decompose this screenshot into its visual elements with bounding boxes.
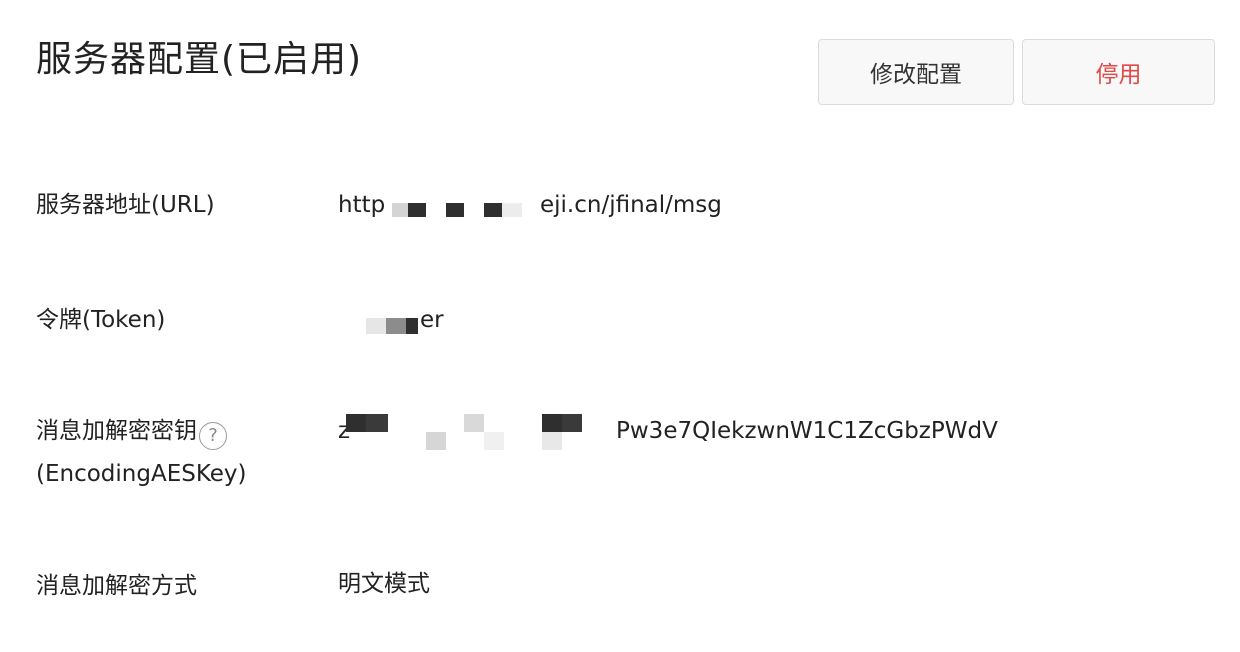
disable-button[interactable]: 停用 — [1022, 39, 1215, 105]
encryption-mode-label: 消息加解密方式 — [36, 573, 197, 599]
page-title: 服务器配置(已启用) — [36, 39, 363, 80]
aes-key-label-line2: (EncodingAESKey) — [36, 461, 247, 487]
token-value-end: er — [420, 307, 444, 333]
token-label: 令牌(Token) — [36, 307, 166, 333]
aes-key-label-text: 消息加解密密钥 — [36, 418, 197, 444]
redacted-aes-key-mosaic — [346, 410, 636, 456]
redacted-url-mosaic — [388, 197, 538, 223]
server-url-label: 服务器地址(URL) — [36, 192, 215, 218]
redacted-token-mosaic — [366, 312, 422, 338]
aes-key-value-end: Pw3e7QIekzwnW1C1ZcGbzPWdV — [616, 418, 998, 444]
help-icon[interactable]: ? — [199, 422, 227, 450]
edit-config-button[interactable]: 修改配置 — [818, 39, 1014, 105]
aes-key-label-line1: 消息加解密密钥? — [36, 413, 227, 450]
server-url-value-end: eji.cn/jfinal/msg — [540, 192, 722, 218]
server-url-value-start: http — [338, 192, 386, 218]
encryption-mode-value: 明文模式 — [338, 571, 430, 597]
